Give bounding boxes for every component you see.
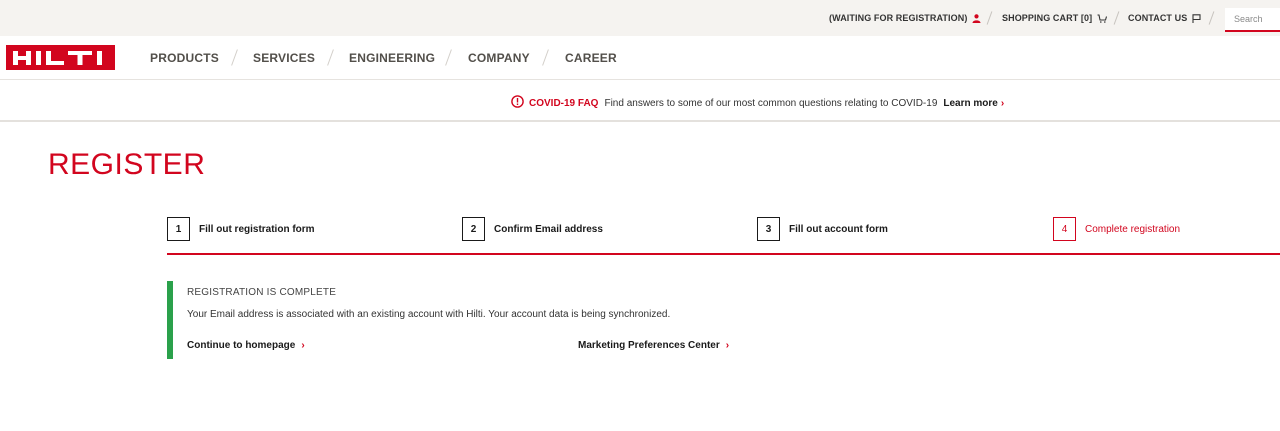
- utility-divider: [1113, 11, 1120, 25]
- step-label: Confirm Email address: [494, 223, 603, 235]
- nav-services[interactable]: SERVICES: [253, 51, 315, 65]
- utility-divider: [1208, 11, 1215, 25]
- contact-us-link[interactable]: CONTACT US: [1128, 13, 1201, 23]
- marketing-preferences-link[interactable]: Marketing Preferences Center ›: [578, 340, 729, 351]
- utility-divider: [986, 11, 993, 25]
- covid-banner: COVID-19 FAQ Find answers to some of our…: [0, 80, 1280, 122]
- page-title: REGISTER: [48, 148, 206, 181]
- nav-divider: [231, 49, 238, 66]
- search-input[interactable]: [1225, 8, 1280, 30]
- nav-divider: [542, 49, 549, 66]
- covid-banner-content: COVID-19 FAQ Find answers to some of our…: [511, 95, 1004, 111]
- chevron-right-icon: ›: [725, 340, 730, 351]
- registration-status-label: (WAITING FOR REGISTRATION): [829, 13, 968, 23]
- cart-icon: [1097, 13, 1108, 23]
- nav-divider: [327, 49, 334, 66]
- step-number: 4: [1053, 217, 1076, 241]
- registration-status-link[interactable]: (WAITING FOR REGISTRATION): [829, 13, 981, 23]
- step-4: 4 Complete registration: [1053, 217, 1180, 241]
- shopping-cart-link[interactable]: SHOPPING CART [0]: [1002, 13, 1108, 23]
- shopping-cart-label: SHOPPING CART [0]: [1002, 13, 1093, 23]
- continue-to-homepage-link[interactable]: Continue to homepage ›: [187, 340, 305, 351]
- step-label: Complete registration: [1085, 223, 1181, 235]
- hilti-wordmark-icon: [12, 50, 102, 65]
- message-text: Your Email address is associated with an…: [187, 309, 671, 320]
- registration-complete-message: REGISTRATION IS COMPLETE Your Email addr…: [167, 281, 767, 359]
- step-number: 3: [757, 217, 780, 241]
- continue-to-homepage-label: Continue to homepage: [187, 340, 296, 351]
- nav-divider: [445, 49, 452, 66]
- nav-engineering[interactable]: ENGINEERING: [349, 51, 435, 65]
- learn-more-link[interactable]: Learn more ›: [943, 98, 1004, 109]
- step-2: 2 Confirm Email address: [462, 217, 603, 241]
- marketing-preferences-label: Marketing Preferences Center: [578, 340, 720, 351]
- utility-bar: (WAITING FOR REGISTRATION) SHOPPING CART…: [0, 0, 1280, 36]
- nav-company[interactable]: COMPANY: [468, 51, 530, 65]
- step-label: Fill out registration form: [199, 223, 315, 235]
- hilti-logo[interactable]: [6, 45, 115, 70]
- main-nav: PRODUCTS SERVICES ENGINEERING COMPANY CA…: [0, 36, 1280, 80]
- stepper-progress-line: [167, 253, 1280, 255]
- chevron-right-icon: ›: [301, 340, 305, 351]
- step-3: 3 Fill out account form: [757, 217, 888, 241]
- search-box: [1225, 8, 1280, 32]
- step-number: 1: [167, 217, 190, 241]
- chevron-right-icon: ›: [1000, 97, 1005, 109]
- learn-more-label: Learn more: [943, 97, 998, 109]
- user-icon: [972, 13, 981, 23]
- message-title: REGISTRATION IS COMPLETE: [187, 287, 337, 298]
- nav-career[interactable]: CAREER: [565, 51, 617, 65]
- step-label: Fill out account form: [789, 223, 888, 235]
- step-1: 1 Fill out registration form: [167, 217, 315, 241]
- nav-products[interactable]: PRODUCTS: [150, 51, 219, 65]
- flag-icon: [1192, 13, 1201, 23]
- alert-icon: [511, 95, 524, 111]
- contact-us-label: CONTACT US: [1128, 13, 1188, 23]
- covid-description: Find answers to some of our most common …: [604, 97, 938, 109]
- covid-faq-title[interactable]: COVID-19 FAQ: [529, 98, 598, 109]
- step-number: 2: [462, 217, 485, 241]
